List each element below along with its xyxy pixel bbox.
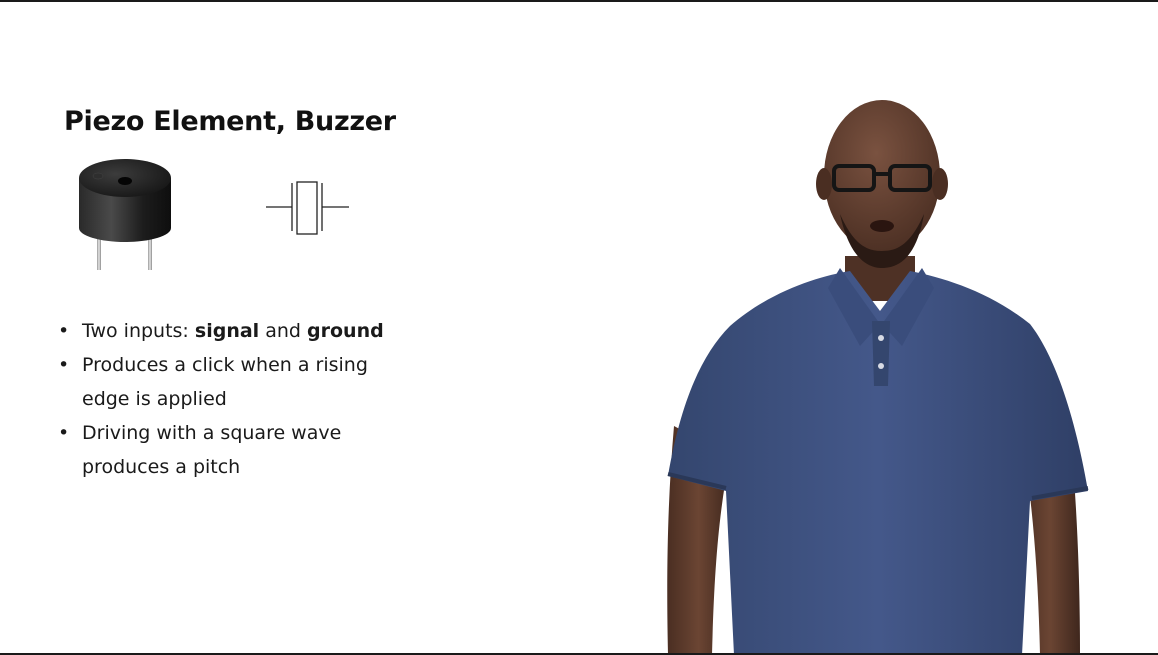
bullet-text: and	[259, 320, 308, 342]
piezo-symbol-icon	[266, 181, 349, 235]
bullet-dot: •	[58, 422, 70, 444]
bullet-item: • Two inputs: signal and ground	[58, 314, 418, 348]
buzzer-image	[79, 159, 171, 270]
bullet-text: produces a pitch	[82, 456, 241, 478]
bullet-text: Two inputs:	[82, 320, 195, 342]
bullet-dot: •	[58, 320, 70, 342]
bullet-bold-text: ground	[307, 320, 384, 342]
bullet-item: • Produces a click when a rising edge is…	[58, 348, 418, 416]
bullet-list: • Two inputs: signal and ground • Produc…	[58, 314, 418, 484]
bullet-text: edge is applied	[82, 388, 227, 410]
top-border	[0, 0, 1158, 2]
bullet-text: Produces a click when a rising	[82, 354, 368, 376]
bullet-dot: •	[58, 354, 70, 376]
presenter-image	[667, 100, 1089, 655]
slide-title: Piezo Element, Buzzer	[64, 106, 396, 137]
bullet-item: • Driving with a square wave produces a …	[58, 416, 418, 484]
bullet-text: Driving with a square wave	[82, 422, 342, 444]
video-frame: Piezo Element, Buzzer • Two inputs: sign…	[0, 0, 1158, 655]
bullet-bold-text: signal	[194, 320, 260, 342]
